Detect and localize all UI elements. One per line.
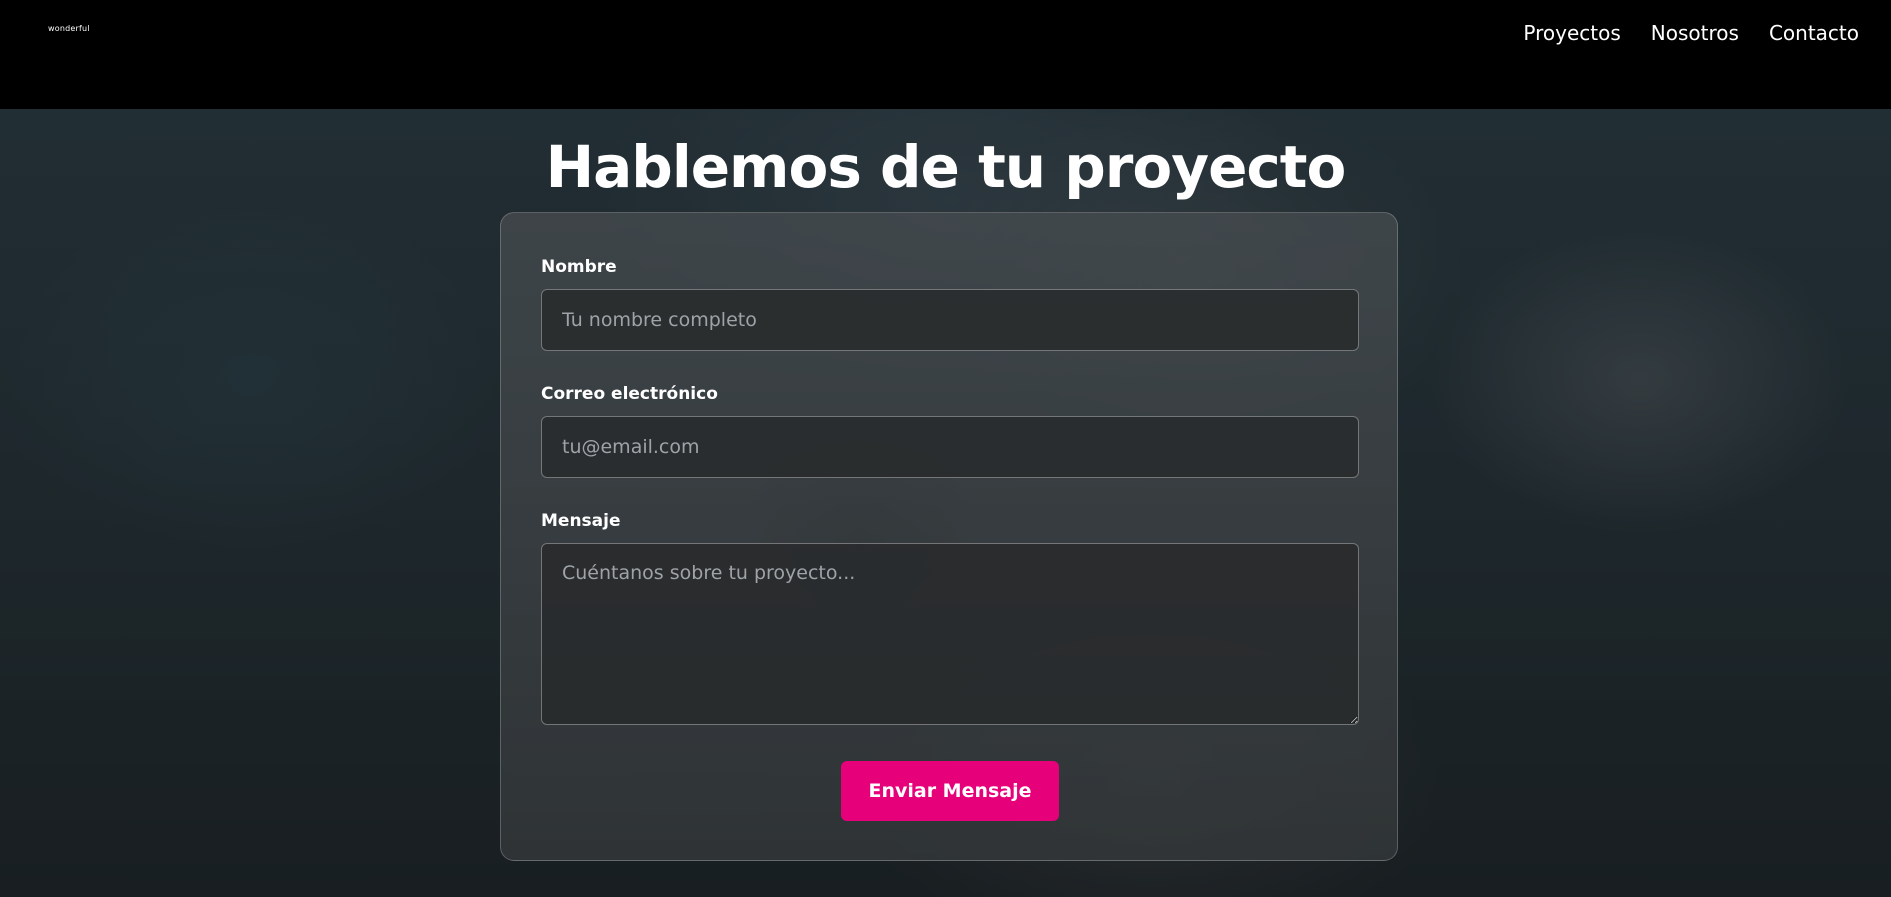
nav-link-nosotros[interactable]: Nosotros <box>1651 20 1739 46</box>
email-label: Correo electrónico <box>541 384 718 404</box>
contact-form: Nombre Correo electrónico Mensaje Enviar… <box>500 212 1398 861</box>
top-navbar: wonderful Proyectos Nosotros Contacto <box>0 0 1891 109</box>
nav-link-proyectos[interactable]: Proyectos <box>1523 20 1620 46</box>
name-input[interactable] <box>541 289 1359 351</box>
main-nav: Proyectos Nosotros Contacto <box>1523 20 1859 46</box>
nav-link-contacto[interactable]: Contacto <box>1769 20 1859 46</box>
email-input[interactable] <box>541 416 1359 478</box>
submit-button[interactable]: Enviar Mensaje <box>841 761 1059 821</box>
logo[interactable]: wonderful <box>48 24 90 33</box>
message-textarea[interactable] <box>541 543 1359 725</box>
message-label: Mensaje <box>541 511 621 531</box>
page-title: Hablemos de tu proyecto <box>545 132 1347 201</box>
name-label: Nombre <box>541 257 617 277</box>
page: wonderful Proyectos Nosotros Contacto Ha… <box>0 0 1891 897</box>
